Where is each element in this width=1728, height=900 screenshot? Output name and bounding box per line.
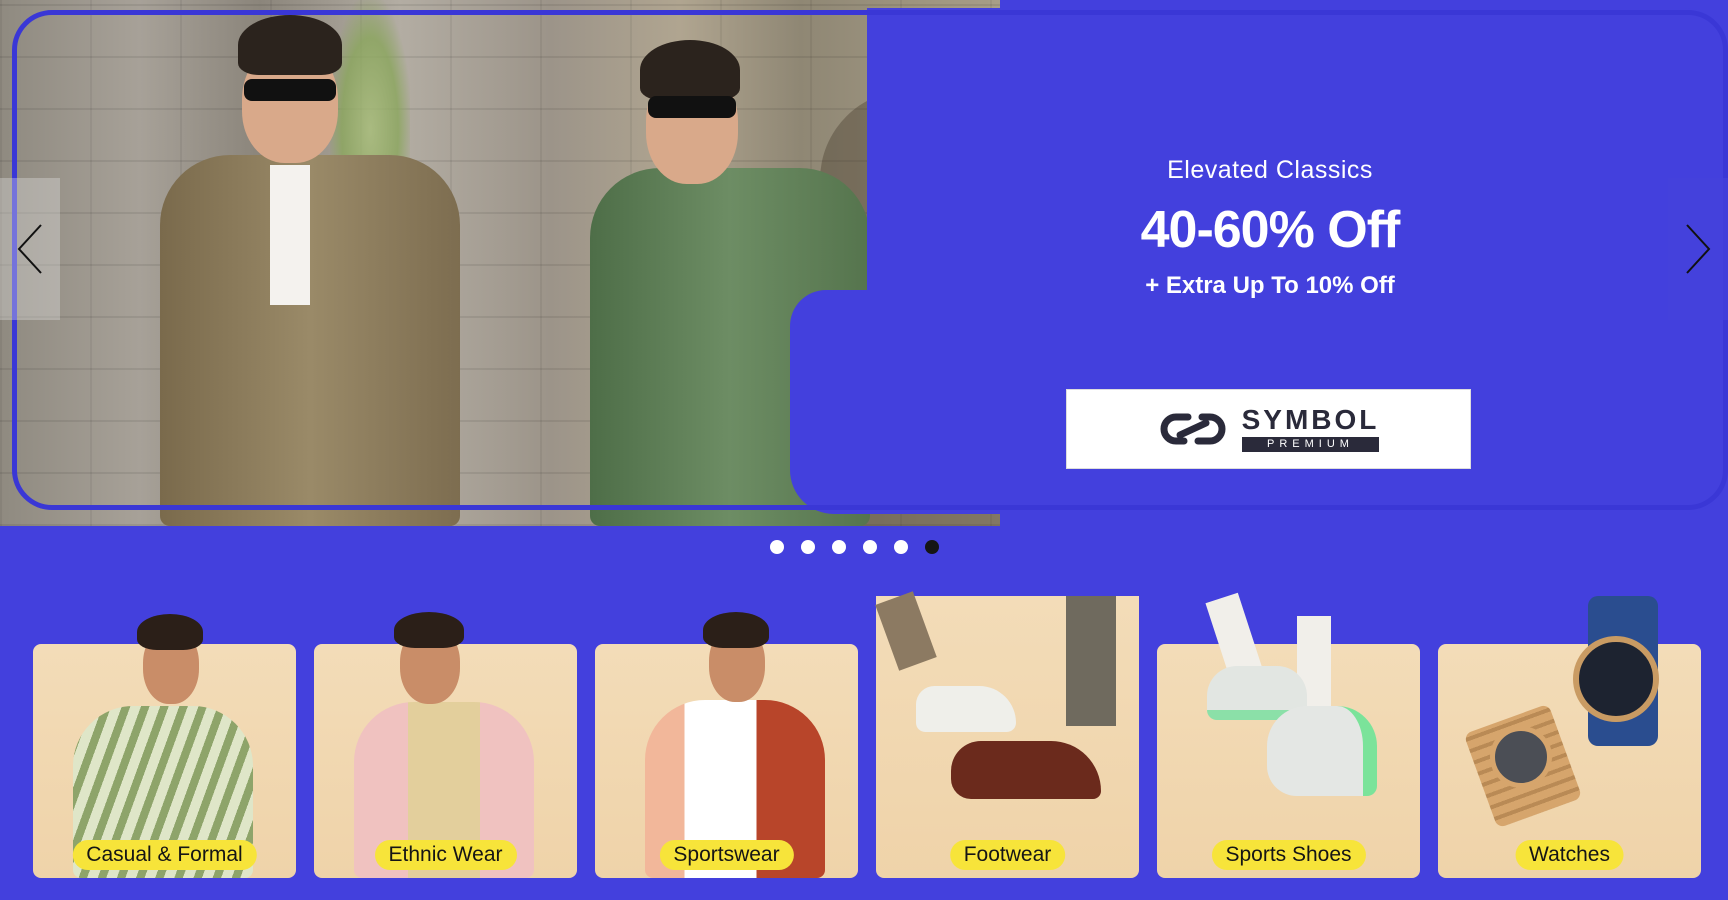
hero-banner[interactable]: Elevated Classics 40-60% Off + Extra Up … [0, 0, 1728, 526]
carousel-next-button[interactable] [1668, 178, 1728, 320]
category-card-watches[interactable]: Watches [1438, 596, 1701, 878]
category-card-footwear[interactable]: Footwear [875, 591, 1139, 878]
model-ethnic [354, 606, 534, 878]
shoes-footwear [875, 591, 1139, 836]
category-card-sports-shoes[interactable]: Sports Shoes [1157, 592, 1420, 878]
carousel-dot-active[interactable] [925, 540, 939, 554]
brand-logo[interactable]: SYMBOL PREMIUM [1066, 389, 1471, 469]
carousel-dots [0, 540, 1728, 554]
category-label: Ethnic Wear [374, 840, 517, 870]
model-sportswear [645, 606, 825, 878]
category-card-casual-formal[interactable]: Casual & Formal [33, 596, 296, 878]
symbol-logo-icon [1160, 413, 1226, 445]
carousel-dot[interactable] [863, 540, 877, 554]
hero-title: 40-60% Off [1140, 201, 1401, 259]
shoes-sports [1157, 592, 1420, 836]
carousel-dot[interactable] [832, 540, 846, 554]
category-label: Sports Shoes [1211, 840, 1366, 870]
category-label: Footwear [949, 840, 1066, 870]
brand-name: SYMBOL [1241, 404, 1380, 435]
brand-tag: PREMIUM [1241, 437, 1380, 452]
model-casual [73, 606, 253, 878]
category-label: Casual & Formal [72, 840, 257, 870]
model-left [150, 15, 470, 526]
category-card-ethnic-wear[interactable]: Ethnic Wear [314, 596, 577, 878]
category-card-sportswear[interactable]: Sportswear [595, 596, 858, 878]
carousel-dot[interactable] [770, 540, 784, 554]
chevron-left-icon [17, 224, 42, 274]
carousel-prev-button[interactable] [0, 178, 60, 320]
hero-extra-offer: + Extra Up To 10% Off [1145, 272, 1395, 299]
hero-subtitle: Elevated Classics [1167, 156, 1373, 184]
watches-image [1438, 596, 1701, 836]
category-cards: Casual & Formal Ethnic Wear Sportswear F… [33, 591, 1701, 878]
category-label: Watches [1515, 840, 1624, 870]
category-label: Sportswear [659, 840, 794, 870]
carousel-dot[interactable] [801, 540, 815, 554]
chevron-right-icon [1686, 224, 1711, 274]
carousel-dot[interactable] [894, 540, 908, 554]
